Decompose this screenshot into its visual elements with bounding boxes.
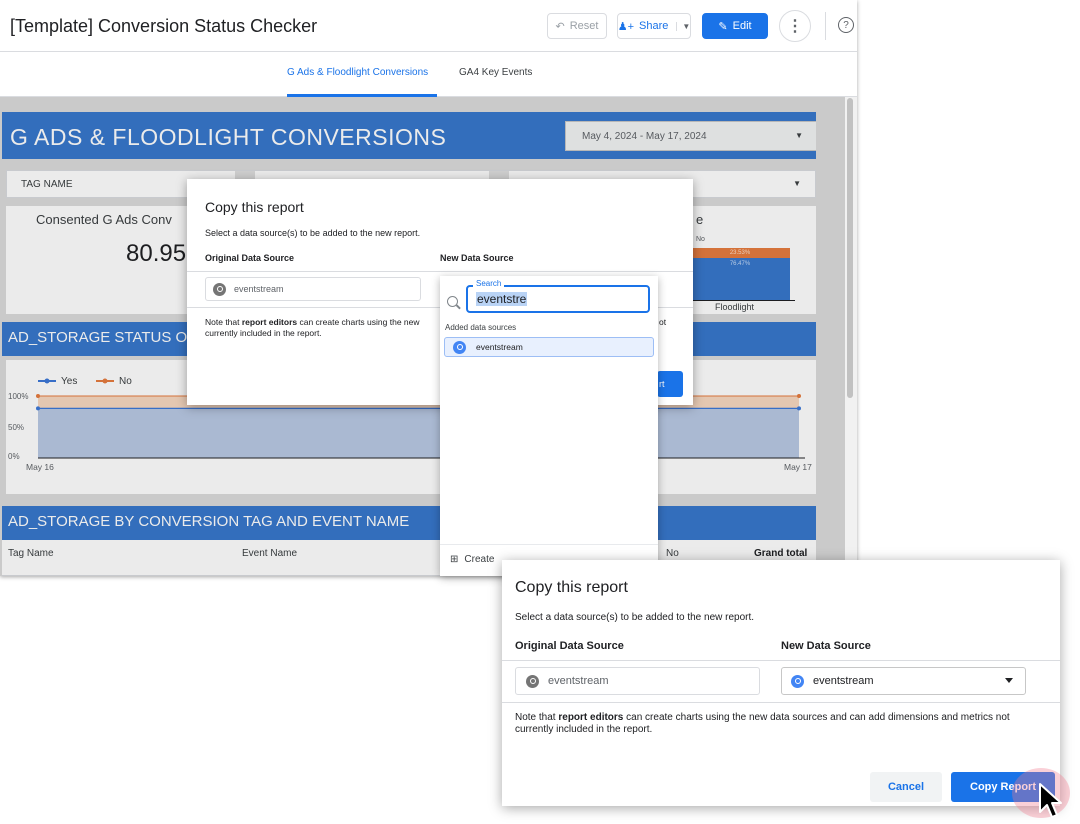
- data-source-name: eventstream: [476, 342, 523, 352]
- note-bold: report editors: [241, 317, 298, 327]
- top-toolbar: [Template] Conversion Status Checker ↶ R…: [0, 0, 857, 52]
- tab-ga4-key-events[interactable]: GA4 Key Events: [459, 67, 532, 78]
- original-source-header: Original Data Source: [515, 640, 624, 652]
- page-tabs: G Ads & Floodlight Conversions GA4 Key E…: [0, 52, 857, 97]
- more-options-icon[interactable]: ⋮: [779, 10, 811, 42]
- data-source-icon: [526, 674, 539, 688]
- original-source-field: eventstream: [515, 667, 760, 695]
- dialog-title: Copy this report: [205, 199, 304, 215]
- edit-label: Edit: [732, 20, 752, 32]
- original-source-header: Original Data Source: [205, 253, 295, 263]
- help-icon[interactable]: ?: [838, 17, 854, 33]
- toolbar-divider: [825, 12, 826, 40]
- report-title: [Template] Conversion Status Checker: [10, 16, 318, 36]
- new-source-name: eventstream: [813, 675, 874, 687]
- note-prefix: Note that: [205, 317, 242, 327]
- list-item[interactable]: eventstream: [444, 337, 654, 357]
- dialog-title: Copy this report: [515, 579, 628, 596]
- dropdown-arrow-icon: [1005, 678, 1013, 683]
- share-button[interactable]: ♟+ Share ▼: [617, 13, 691, 39]
- undo-icon: ↶: [555, 20, 565, 33]
- dialog-note: Note that report editors can create char…: [515, 712, 1045, 736]
- share-dropdown-icon[interactable]: ▼: [676, 21, 690, 31]
- note-tail: ot: [659, 317, 667, 327]
- scrollbar-thumb[interactable]: [847, 98, 853, 398]
- add-data-icon: ⊞: [450, 554, 459, 565]
- original-source-name: eventstream: [548, 675, 609, 687]
- note-suffix: can create charts using the new data sou…: [623, 712, 1010, 723]
- note-prefix: Note that: [515, 712, 559, 723]
- data-source-icon: [453, 340, 466, 354]
- new-source-header: New Data Source: [781, 640, 871, 652]
- added-sources-header: Added data sources: [445, 323, 517, 332]
- data-source-dropdown: Search eventstre Added data sources even…: [440, 276, 658, 576]
- new-source-select[interactable]: eventstream: [781, 667, 1026, 695]
- note-line2: currently included in the report.: [205, 328, 322, 338]
- reset-button[interactable]: ↶ Reset: [547, 13, 607, 39]
- mouse-pointer-icon: [1039, 783, 1062, 818]
- divider: [502, 702, 1060, 703]
- person-add-icon: ♟+: [617, 20, 635, 33]
- cancel-button[interactable]: Cancel: [870, 772, 942, 802]
- data-source-icon: [213, 282, 226, 296]
- note-line2: currently included in the report.: [515, 724, 653, 735]
- search-icon: [447, 296, 458, 307]
- create-label: Create: [464, 554, 495, 565]
- edit-button[interactable]: ✎ Edit: [702, 13, 768, 39]
- reset-label: Reset: [569, 20, 599, 32]
- note-bold: report editors: [558, 712, 624, 723]
- search-label: Search: [473, 279, 505, 288]
- new-source-header: New Data Source: [440, 253, 514, 263]
- search-value[interactable]: eventstre: [476, 292, 528, 306]
- copy-report-button[interactable]: rt: [657, 371, 683, 397]
- divider: [187, 271, 693, 272]
- copy-report-dialog: Copy this report Select a data source(s)…: [502, 560, 1060, 806]
- note-suffix: can create charts using the new: [297, 317, 420, 327]
- original-source-name: eventstream: [234, 284, 284, 294]
- dialog-subtitle: Select a data source(s) to be added to t…: [205, 228, 421, 238]
- share-label: Share: [639, 20, 669, 32]
- original-source-field: eventstream: [205, 277, 421, 301]
- dialog-subtitle: Select a data source(s) to be added to t…: [515, 612, 755, 623]
- data-source-icon: [791, 674, 804, 688]
- tab-g-ads-floodlight[interactable]: G Ads & Floodlight Conversions: [287, 67, 428, 78]
- divider: [502, 660, 1060, 661]
- pencil-icon: ✎: [718, 20, 728, 33]
